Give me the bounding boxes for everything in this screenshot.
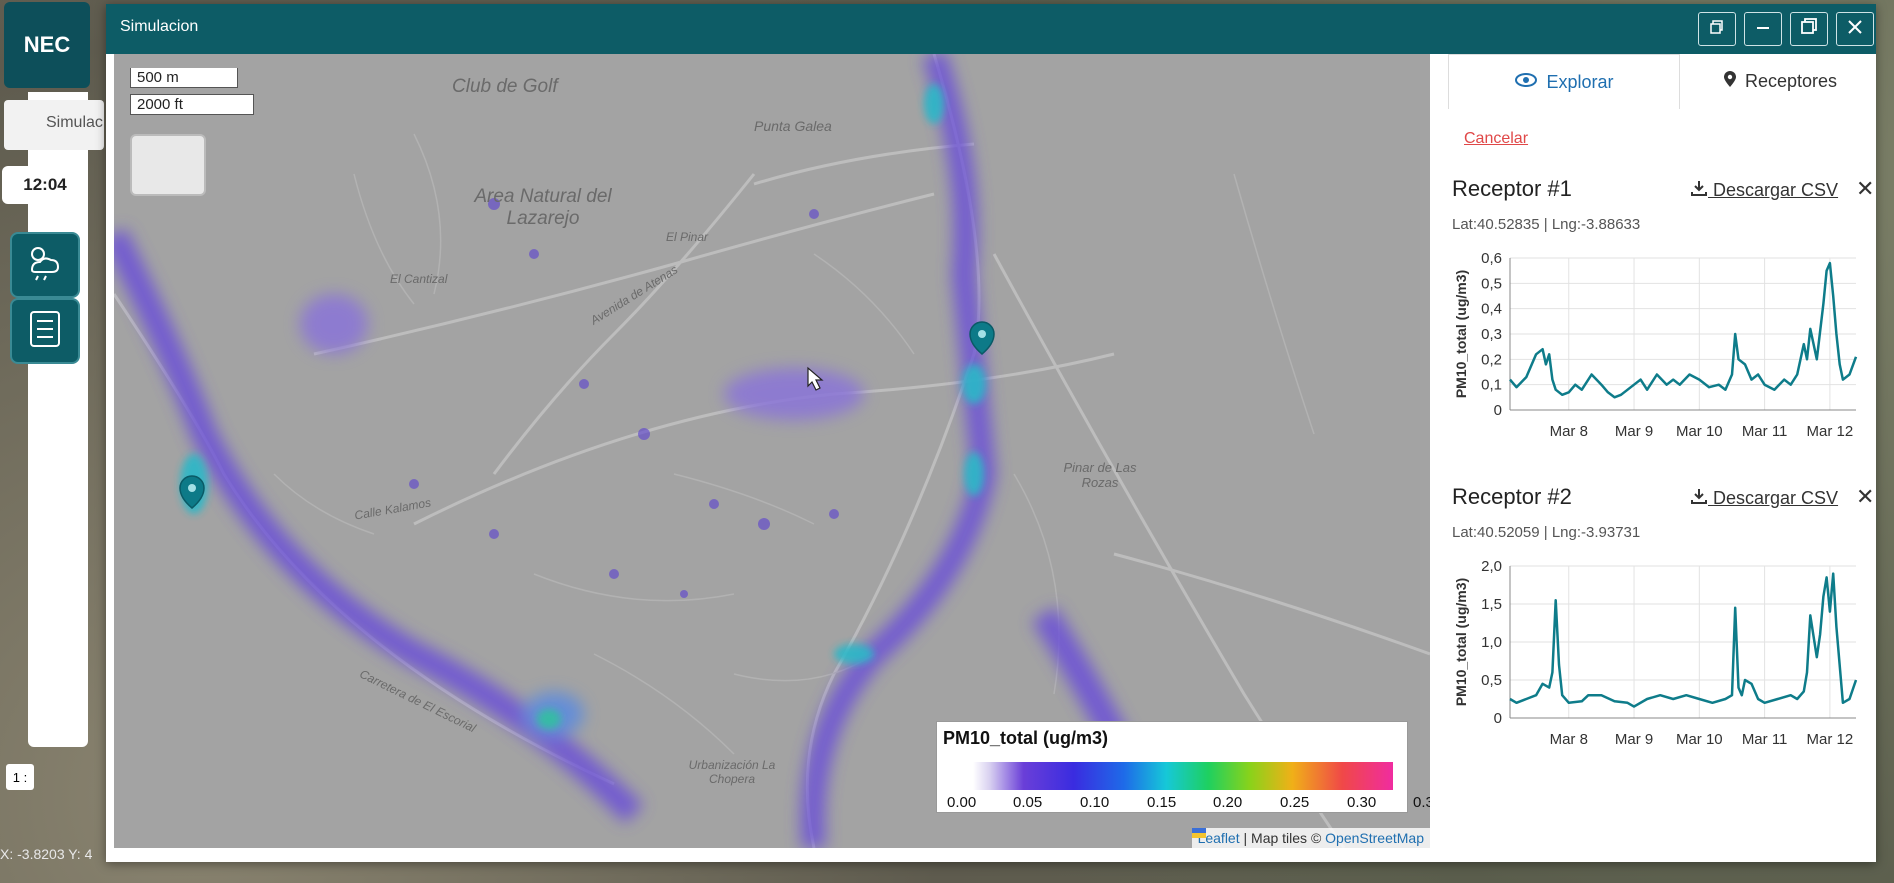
map-view[interactable]: Club de Golf Area Natural del Lazarejo P… <box>114 54 1430 848</box>
receptor-1-title: Receptor #1 <box>1452 176 1572 201</box>
weather-button[interactable] <box>10 232 80 298</box>
window-maximize-button[interactable] <box>1790 12 1828 46</box>
window-restore-small-button[interactable] <box>1698 12 1736 46</box>
window-close-button[interactable] <box>1836 12 1874 46</box>
legend-tick: 0.25 <box>1280 794 1310 811</box>
legend-color-bar <box>973 762 1393 790</box>
receptor-2-csv-label: Descargar CSV <box>1713 488 1839 508</box>
legend-tick: 0.05 <box>1013 794 1043 811</box>
eye-icon <box>1514 72 1538 93</box>
legend-tick: 0.00 <box>947 794 977 811</box>
legend-tick: 0.30 <box>1347 794 1377 811</box>
receptor-2-chart: 0 0,5 1,0 1,5 2,0 Mar 8 Mar 9 Mar 10 Mar 11 Mar 1… <box>1453 558 1858 748</box>
cursor-coordinates: X: -3.8203 Y: 4 <box>0 846 93 862</box>
y-tick-label: 0,4 <box>1481 301 1502 318</box>
map-label-pinar-las-rozas: Pinar de Las Rozas <box>1063 460 1137 490</box>
receptor-1-close-button[interactable]: ✕ <box>1856 176 1874 202</box>
x-tick-label: Mar 12 <box>1807 423 1854 440</box>
window-title: Simulacion <box>120 18 199 35</box>
openstreetmap-link[interactable]: OpenStreetMap <box>1325 830 1424 846</box>
series-line <box>1509 572 1858 708</box>
receptor-1-download-csv[interactable]: Descargar CSV <box>1690 180 1838 201</box>
y-tick-label: 0,3 <box>1481 326 1502 343</box>
map-label-club-golf: Club de Golf <box>452 76 558 97</box>
y-tick-label: 0,5 <box>1481 275 1502 292</box>
x-tick-label: Mar 10 <box>1676 423 1723 440</box>
map-label-el-pinar: El Pinar <box>666 230 709 244</box>
layers-control-button[interactable] <box>130 134 206 196</box>
maximize-icon <box>1800 17 1818 41</box>
tab-explorar-label: Explorar <box>1546 71 1614 92</box>
map-label-punta-galea: Punta Galea <box>754 118 832 134</box>
download-icon <box>1690 488 1708 508</box>
x-tick-label: Mar 11 <box>1742 423 1788 440</box>
y-tick-label: 1,0 <box>1481 634 1502 651</box>
receptor-1-csv-label: Descargar CSV <box>1713 180 1839 200</box>
x-tick-label: Mar 11 <box>1742 731 1788 748</box>
pm10-legend: PM10_total (ug/m3) 0.00 0.05 0.10 0.15 0… <box>936 721 1430 813</box>
x-tick-label: Mar 9 <box>1615 731 1653 748</box>
restore-small-icon <box>1709 18 1725 41</box>
map-label-el-cantizal: El Cantizal <box>390 272 448 286</box>
tab-receptores[interactable]: Receptores <box>1690 54 1870 108</box>
y-tick-label: 0,2 <box>1481 351 1502 368</box>
weather-icon <box>26 244 64 287</box>
scale-imperial: 2000 ft <box>130 94 254 115</box>
cancel-link[interactable]: Cancelar <box>1464 130 1528 148</box>
legend-tick: 0.10 <box>1080 794 1110 811</box>
scale-ratio: 1 : <box>6 764 34 790</box>
x-tick-label: Mar 12 <box>1807 731 1854 748</box>
map-pin-icon <box>1723 70 1737 93</box>
map-label-area-natural: Area Natural del Lazarejo <box>474 186 612 229</box>
map-attribution: Leaflet | Map tiles © OpenStreetMap <box>1191 828 1430 848</box>
y-axis-label: PM10_total (ug/m3) <box>1453 578 1469 706</box>
receptor-1-chart: 0 0,1 0,2 0,3 0,4 0,5 0,6 Mar 8 Mar 9 Mar 10 Mar 1… <box>1453 250 1858 440</box>
legend-tick: 0.15 <box>1147 794 1177 811</box>
receptors-panel: Explorar Receptores Cancelar Receptor #1… <box>1430 54 1876 862</box>
y-tick-label: 0 <box>1494 402 1502 419</box>
clock-display: 12:04 <box>2 166 88 204</box>
download-icon <box>1690 180 1708 200</box>
nec-logo: NEC <box>4 2 90 88</box>
receptor-1-latlng: Lat:40.52835 | Lng:-3.88633 <box>1452 216 1641 233</box>
y-tick-label: 0,5 <box>1481 672 1502 689</box>
y-tick-label: 0 <box>1494 710 1502 727</box>
y-tick-label: 2,0 <box>1481 558 1502 575</box>
x-tick-label: Mar 8 <box>1550 423 1588 440</box>
scale-metric: 500 m <box>130 68 238 88</box>
y-tick-label: 0,1 <box>1481 377 1502 394</box>
tab-receptores-label: Receptores <box>1744 70 1838 91</box>
receptor-2-download-csv[interactable]: Descargar CSV <box>1690 488 1838 509</box>
checklist-icon <box>28 310 62 353</box>
left-simulation-tab[interactable]: Simulac <box>4 100 104 150</box>
legend-tick: 0.35 <box>1413 794 1430 811</box>
attribution-separator: | Map tiles © <box>1239 830 1326 846</box>
y-tick-label: 0,6 <box>1481 250 1502 267</box>
y-axis-label: PM10_total (ug/m3) <box>1453 270 1469 398</box>
window-minimize-button[interactable] <box>1744 12 1782 46</box>
receptor-2-title: Receptor #2 <box>1452 484 1572 509</box>
map-label-urbanizacion: Urbanización La Chopera <box>688 758 776 786</box>
receptor-2-latlng: Lat:40.52059 | Lng:-3.93731 <box>1452 524 1641 541</box>
y-tick-label: 1,5 <box>1481 596 1502 613</box>
minimize-icon <box>1755 18 1771 41</box>
x-tick-label: Mar 8 <box>1550 731 1588 748</box>
tab-explorar[interactable]: Explorar <box>1448 54 1680 109</box>
window-titlebar[interactable]: Simulacion <box>106 4 1876 54</box>
x-tick-label: Mar 10 <box>1676 731 1723 748</box>
x-tick-label: Mar 9 <box>1615 423 1653 440</box>
legend-title: PM10_total (ug/m3) <box>943 728 1109 748</box>
receptor-2-close-button[interactable]: ✕ <box>1856 484 1874 510</box>
legend-tick: 0.20 <box>1213 794 1243 811</box>
simulation-window: Simulacion Club de Golf Area Natural del… <box>106 4 1876 862</box>
close-icon <box>1847 18 1863 41</box>
checklist-button[interactable] <box>10 298 80 364</box>
